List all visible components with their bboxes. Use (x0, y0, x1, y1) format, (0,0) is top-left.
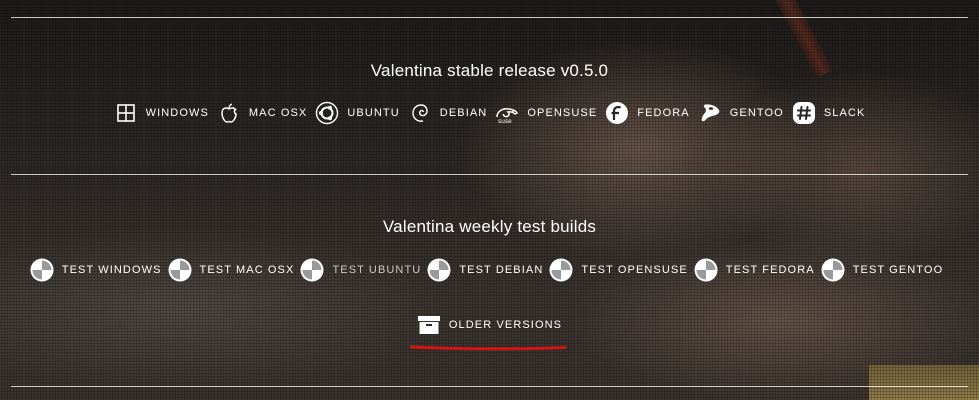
download-opensuse-link[interactable]: suse OPENSUSE (495, 101, 597, 125)
test-opensuse-link[interactable]: TEST OPENSUSE (549, 258, 693, 282)
download-fedora-link[interactable]: FEDORA (605, 101, 689, 125)
test-build-icon (549, 258, 573, 282)
download-gentoo-link[interactable]: GENTOO (698, 101, 784, 125)
macosx-label: MAC OSX (248, 107, 308, 119)
slack-label: SLACK (823, 107, 866, 119)
download-ubuntu-link[interactable]: UBUNTU (315, 101, 399, 125)
test-build-icon (300, 258, 324, 282)
test-fedora-label: TEST FEDORA (725, 264, 815, 276)
divider-middle (11, 174, 968, 175)
fedora-label: FEDORA (637, 107, 690, 119)
divider-bottom (11, 386, 968, 387)
red-underline-annotation (410, 345, 566, 351)
test-macosx-label: TEST MAC OSX (199, 264, 295, 276)
stable-heading: Valentina stable release v0.5.0 (370, 61, 609, 80)
debian-icon (412, 104, 428, 122)
older-versions-label: OLDER VERSIONS (448, 319, 563, 331)
weekly-download-row: TEST WINDOWS TEST MAC OSX TEST UBUNTU TE… (0, 258, 979, 282)
ubuntu-icon (316, 101, 339, 125)
divider-top (11, 17, 968, 18)
gentoo-icon (701, 104, 720, 122)
weekly-heading: Valentina weekly test builds (382, 217, 597, 236)
download-debian-link[interactable]: DEBIAN (408, 101, 488, 125)
older-versions-row: OLDER VERSIONS (0, 313, 979, 337)
test-build-icon (427, 258, 451, 282)
windows-icon (116, 104, 135, 122)
slack-icon (792, 102, 815, 124)
test-build-icon (821, 258, 845, 282)
test-windows-label: TEST WINDOWS (61, 264, 162, 276)
test-build-icon (30, 258, 54, 282)
test-ubuntu-link[interactable]: TEST UBUNTU (300, 258, 427, 282)
download-slack-link[interactable]: SLACK (792, 101, 866, 125)
ubuntu-label: UBUNTU (347, 107, 400, 119)
debian-label: DEBIAN (439, 107, 488, 119)
older-versions-link[interactable]: OLDER VERSIONS (417, 313, 562, 337)
test-debian-link[interactable]: TEST DEBIAN (427, 258, 549, 282)
apple-icon (221, 103, 237, 123)
downloads-section: Valentina stable release v0.5.0 WINDOWS … (0, 0, 979, 400)
test-gentoo-label: TEST GENTOO (852, 264, 944, 276)
test-gentoo-link[interactable]: TEST GENTOO (821, 258, 950, 282)
svg-text:suse: suse (498, 118, 512, 125)
opensuse-label: OPENSUSE (527, 107, 598, 119)
archive-icon (417, 316, 440, 334)
test-build-icon (168, 258, 192, 282)
opensuse-icon: suse (496, 108, 519, 125)
test-opensuse-label: TEST OPENSUSE (581, 264, 688, 276)
test-fedora-link[interactable]: TEST FEDORA (694, 258, 821, 282)
test-debian-label: TEST DEBIAN (459, 264, 544, 276)
download-windows-link[interactable]: WINDOWS (114, 101, 209, 125)
fedora-icon (606, 102, 629, 124)
test-macosx-link[interactable]: TEST MAC OSX (168, 258, 301, 282)
test-ubuntu-label: TEST UBUNTU (332, 264, 422, 276)
stable-download-row: WINDOWS MAC OSX UBUNTU DEBIAN suse OPENS… (0, 101, 979, 125)
test-windows-link[interactable]: TEST WINDOWS (30, 258, 168, 282)
test-build-icon (694, 258, 718, 282)
gentoo-label: GENTOO (729, 107, 784, 119)
download-macosx-link[interactable]: MAC OSX (217, 101, 307, 125)
windows-label: WINDOWS (145, 107, 209, 119)
